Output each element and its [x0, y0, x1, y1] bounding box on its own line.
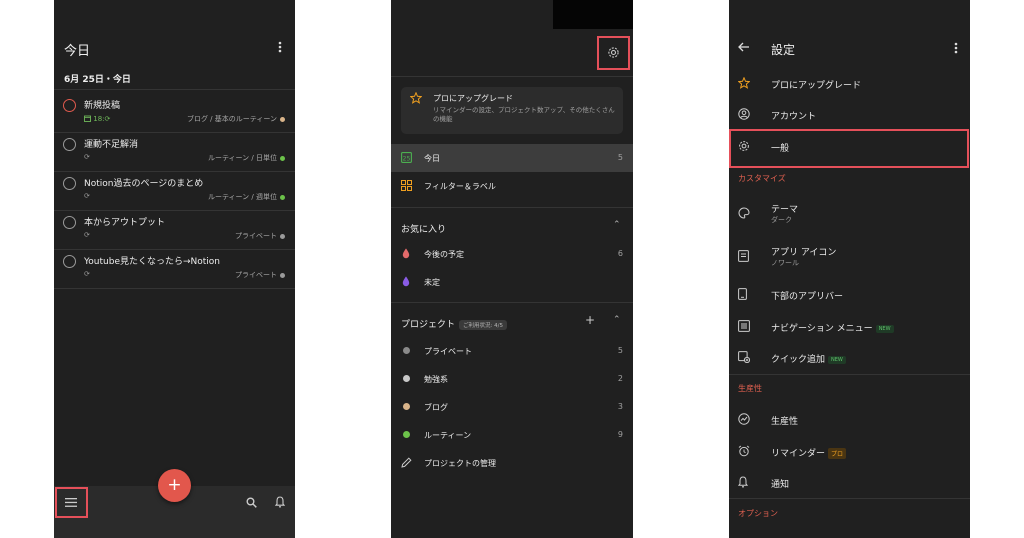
project-item[interactable]: ルーティーン 9 — [391, 421, 633, 449]
task-item[interactable]: 本からアウトプット ⟳ プライベート — [54, 211, 295, 250]
repeat-icon: ⟳ — [84, 192, 90, 200]
chevron-up-icon[interactable]: ⌃ — [613, 220, 621, 230]
bell-icon — [738, 476, 748, 488]
settings-highlight — [597, 36, 630, 70]
chevron-up-icon[interactable]: ⌃ — [613, 315, 621, 325]
settings-productivity[interactable]: 生産性 — [729, 411, 970, 431]
quick-add-icon — [738, 351, 750, 363]
drop-icon — [402, 248, 410, 259]
project-dot — [403, 403, 410, 410]
task-item[interactable]: Youtube見たくなったら→Notion ⟳ プライベート — [54, 250, 295, 289]
settings-quick-add[interactable]: クイック追加 NEW — [729, 349, 970, 369]
settings-upgrade[interactable]: プロにアップグレード — [729, 75, 970, 95]
favorites-header: お気に入り — [401, 225, 447, 235]
app-icon-icon — [738, 250, 749, 262]
upgrade-card[interactable]: プロにアップグレード リマインダーの設定、プロジェクト数アップ、その他たくさんの… — [401, 87, 623, 134]
alarm-icon — [738, 445, 750, 457]
productivity-icon — [738, 413, 750, 425]
status-area — [553, 0, 633, 29]
calendar-today-icon: 25 — [401, 152, 412, 163]
customize-header: カスタマイズ — [738, 174, 786, 183]
options-header: オプション — [738, 509, 778, 518]
task-checkbox[interactable] — [63, 216, 76, 229]
new-badge: NEW — [875, 324, 894, 333]
repeat-icon: ⟳ — [84, 270, 90, 278]
task-item[interactable]: 新規投稿 18:⟳ ブログ / 基本のルーティーン — [54, 94, 295, 133]
menu-highlight — [55, 487, 88, 518]
task-item[interactable]: Notion過去のページのまとめ ⟳ ルーティーン / 週単位 — [54, 172, 295, 211]
task-checkbox[interactable] — [63, 99, 76, 112]
usage-badge: ご利用状況: 4/5 — [459, 319, 507, 330]
favorite-item[interactable]: 未定 — [391, 268, 633, 296]
task-checkbox[interactable] — [63, 138, 76, 151]
favorite-item[interactable]: 今後の予定 6 — [391, 240, 633, 268]
navigation-drawer: プロにアップグレード リマインダーの設定、プロジェクト数アップ、その他たくさんの… — [391, 0, 633, 538]
project-item[interactable]: プライベート 5 — [391, 337, 633, 365]
pro-badge: プロ — [828, 448, 847, 459]
new-badge: NEW — [828, 355, 846, 364]
project-dot — [403, 431, 410, 438]
project-dot — [403, 347, 410, 354]
account-icon — [738, 108, 750, 120]
settings-reminders[interactable]: リマインダー プロ — [729, 443, 970, 463]
repeat-icon: ⟳ — [84, 153, 90, 161]
page-title: 設定 — [771, 43, 796, 57]
add-task-button[interactable]: + — [158, 469, 191, 502]
back-arrow-icon[interactable] — [738, 42, 750, 52]
today-screen: 今日 6月 25日・今日 新規投稿 18:⟳ ブログ / 基本のルーティーン 運… — [54, 0, 295, 538]
settings-screen: 設定 プロにアップグレード アカウント 一般 カスタマイズ テーマ ダーク アプ… — [729, 0, 970, 538]
grid-icon — [401, 180, 412, 191]
more-options-icon[interactable] — [954, 42, 958, 54]
nav-filters-labels[interactable]: フィルター＆ラベル — [391, 172, 633, 200]
star-icon — [410, 92, 422, 104]
project-dot — [403, 375, 410, 382]
general-highlight — [729, 129, 969, 168]
settings-bottom-bar[interactable]: 下部のアプリバー — [729, 286, 970, 306]
add-project-icon[interactable]: + — [585, 313, 595, 327]
notifications-icon[interactable] — [275, 496, 285, 508]
task-checkbox[interactable] — [63, 177, 76, 190]
phone-icon — [738, 288, 747, 300]
project-item[interactable]: ブログ 3 — [391, 393, 633, 421]
productivity-header: 生産性 — [738, 384, 762, 393]
settings-theme[interactable]: テーマ ダーク — [729, 200, 970, 228]
star-icon — [738, 77, 750, 89]
task-item[interactable]: 運動不足解消 ⟳ ルーティーン / 日単位 — [54, 133, 295, 172]
due-time: 18:⟳ — [84, 115, 110, 123]
page-title: 今日 — [64, 44, 91, 59]
calendar-icon — [84, 115, 91, 122]
repeat-icon: ⟳ — [84, 231, 90, 239]
project-item[interactable]: 勉強系 2 — [391, 365, 633, 393]
search-icon[interactable] — [246, 497, 257, 508]
drop-icon — [402, 276, 410, 287]
pencil-icon — [401, 457, 412, 468]
list-icon — [738, 320, 750, 332]
settings-account[interactable]: アカウント — [729, 106, 970, 126]
settings-nav-menu[interactable]: ナビゲーション メニュー NEW — [729, 318, 970, 338]
more-options-icon[interactable] — [278, 41, 282, 53]
date-header: 6月 25日・今日 — [64, 75, 131, 85]
repeat-icon: ⟳ — [104, 115, 111, 123]
settings-notifications[interactable]: 通知 — [729, 474, 970, 494]
palette-icon — [738, 207, 750, 219]
svg-text:25: 25 — [403, 155, 411, 162]
manage-projects[interactable]: プロジェクトの管理 — [391, 449, 633, 477]
settings-app-icon[interactable]: アプリ アイコン ノワール — [729, 243, 970, 271]
nav-today[interactable]: 25 今日 5 — [391, 144, 633, 172]
task-checkbox[interactable] — [63, 255, 76, 268]
projects-header: プロジェクト ご利用状況: 4/5 — [401, 317, 507, 330]
